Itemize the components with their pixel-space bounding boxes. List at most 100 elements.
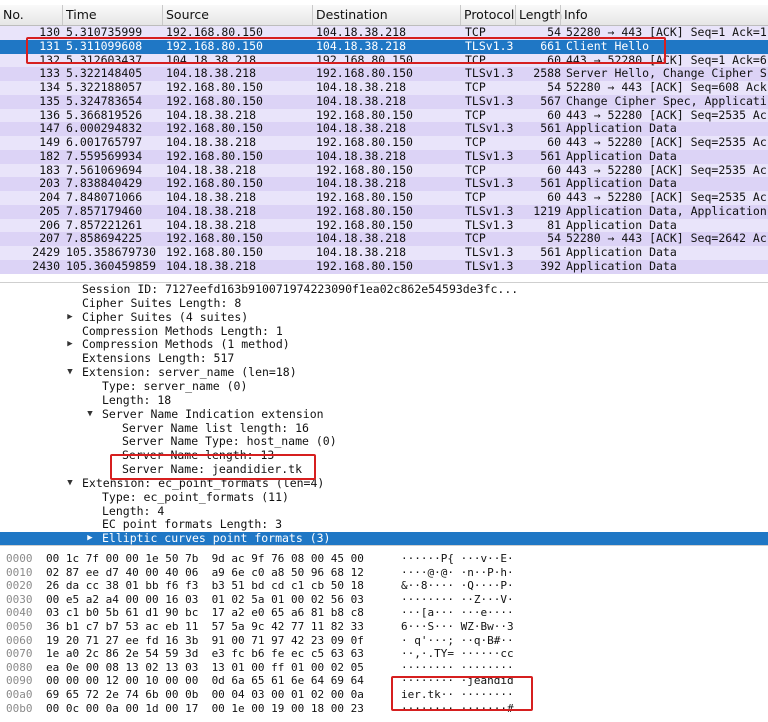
detail-row-text: Type: server_name (0): [102, 378, 248, 393]
cell-source: 104.18.38.218: [166, 67, 257, 81]
cell-protocol: TLSv1.3: [465, 67, 514, 81]
byte-hex: 00 00 00 12 00 10 00 00 0d 6a 65 61 6e 6…: [46, 674, 364, 688]
packet-row[interactable]: 132 5.312603437 104.18.38.218 192.168.80.15…: [0, 53, 768, 68]
cell-source: 192.168.80.150: [166, 94, 263, 108]
detail-row[interactable]: Server Name: jeandidier.tk: [0, 462, 768, 477]
byte-row[interactable]: 0000 00 1c 7f 00 00 1e 50 7b 9d ac 9f 76 …: [0, 552, 768, 566]
packet-row[interactable]: 135 5.324783654 192.168.80.150 104.18.38.21…: [0, 94, 768, 109]
collapsed-triangle-icon[interactable]: ▶: [65, 338, 75, 352]
cell-no: 207: [39, 232, 60, 246]
packet-row[interactable]: 207 7.858694225 192.168.80.150 104.18.38.21…: [0, 232, 768, 246]
detail-row[interactable]: Length: 18: [0, 393, 768, 408]
byte-offset: 0090: [6, 674, 33, 688]
detail-row[interactable]: Cipher Suites Length: 8: [0, 296, 768, 311]
cell-protocol: TLSv1.3: [465, 259, 514, 273]
byte-ascii: · q'···; ··q·B#··: [401, 633, 514, 647]
packet-row[interactable]: 182 7.559569934 192.168.80.150 104.18.38.21…: [0, 149, 768, 164]
detail-row-selected[interactable]: ▶ Elliptic curves point formats (3): [0, 531, 768, 545]
packet-row[interactable]: 149 6.001765797 104.18.38.218 192.168.80.15…: [0, 136, 768, 150]
column-header-protocol[interactable]: Protocol: [460, 5, 519, 25]
packet-row[interactable]: 130 5.310735999 192.168.80.150 104.18.38.21…: [0, 26, 768, 40]
expanded-triangle-icon[interactable]: ▼: [65, 477, 75, 491]
packet-row[interactable]: 204 7.848071066 104.18.38.218 192.168.80.15…: [0, 191, 768, 205]
detail-row[interactable]: Server Name list length: 16: [0, 421, 768, 436]
detail-row[interactable]: Length: 4: [0, 504, 768, 519]
byte-row[interactable]: 0070 1e a0 2c 86 2e 54 59 3d e3 fc b6 fe …: [0, 647, 768, 661]
packet-row[interactable]: 2429 105.358679730 192.168.80.150 104.18.38…: [0, 246, 768, 260]
cell-source: 104.18.38.218: [166, 53, 257, 67]
packet-row[interactable]: 133 5.322148405 104.18.38.218 192.168.80.15…: [0, 67, 768, 81]
cell-protocol: TLSv1.3: [465, 218, 514, 232]
byte-row[interactable]: 0030 00 e5 a2 a4 00 00 16 03 01 02 5a 01 …: [0, 593, 768, 607]
byte-row[interactable]: 0040 03 c1 b0 5b 61 d1 90 bc 17 a2 e0 65 …: [0, 606, 768, 620]
detail-row[interactable]: Type: ec_point_formats (11): [0, 490, 768, 505]
column-header-info[interactable]: Info: [560, 5, 768, 25]
cell-info: Change Cipher Spec, Applicati: [566, 94, 767, 108]
collapsed-triangle-icon[interactable]: ▶: [85, 532, 95, 545]
packet-row[interactable]: 134 5.322188057 192.168.80.150 104.18.38.21…: [0, 81, 768, 95]
byte-offset: 0080: [6, 660, 33, 674]
detail-row[interactable]: ▶ Compression Methods (1 method): [0, 338, 768, 352]
cell-info: 443 → 52280 [ACK] Seq=2535 Ac: [566, 191, 767, 204]
packet-row[interactable]: 206 7.857221261 104.18.38.218 192.168.80.15…: [0, 218, 768, 233]
detail-row[interactable]: Compression Methods Length: 1: [0, 324, 768, 339]
packet-row[interactable]: 205 7.857179460 104.18.38.218 192.168.80.15…: [0, 204, 768, 219]
detail-row-text: Extension: server_name (len=18): [82, 365, 297, 380]
expanded-triangle-icon[interactable]: ▼: [65, 366, 75, 380]
cell-time: 7.857179460: [66, 204, 143, 218]
byte-row[interactable]: 00a0 69 65 72 2e 74 6b 00 0b 00 04 03 00 …: [0, 688, 768, 702]
byte-hex: 19 20 71 27 ee fd 16 3b 91 00 71 97 42 2…: [46, 633, 364, 647]
packet-row[interactable]: 2430 105.360459859 104.18.38.218 192.168.80…: [0, 259, 768, 274]
detail-row[interactable]: Type: server_name (0): [0, 378, 768, 394]
collapsed-triangle-icon[interactable]: ▶: [65, 311, 75, 325]
detail-row[interactable]: ▼ Extension: server_name (len=18): [0, 365, 768, 380]
detail-row[interactable]: Server Name Type: host_name (0): [0, 435, 768, 449]
byte-offset: 0020: [6, 579, 33, 593]
byte-row[interactable]: 0080 ea 0e 00 08 13 02 13 03 13 01 00 ff …: [0, 661, 768, 675]
byte-row[interactable]: 0010 02 87 ee d7 40 00 40 06 a9 6e c0 a8 …: [0, 566, 768, 580]
cell-protocol: TLSv1.3: [465, 39, 514, 53]
byte-hex: 02 87 ee d7 40 00 40 06 a9 6e c0 a8 50 9…: [46, 565, 364, 579]
cell-source: 192.168.80.150: [166, 122, 263, 136]
byte-hex: 36 b1 c7 b7 53 ac eb 11 57 5a 9c 42 77 1…: [46, 620, 364, 633]
cell-info: 443 → 52280 [ACK] Seq=2535 Ac: [566, 136, 767, 149]
column-header-length[interactable]: Length: [515, 5, 564, 25]
detail-row[interactable]: ▼ Server Name Indication extension: [0, 407, 768, 422]
byte-hex: ea 0e 00 08 13 02 13 03 13 01 00 ff 01 0…: [46, 660, 364, 674]
detail-row[interactable]: Server Name length: 13: [0, 448, 768, 463]
byte-row[interactable]: 00b0 00 0c 00 0a 00 1d 00 17 00 1e 00 19 …: [0, 702, 768, 716]
cell-no: 147: [39, 122, 60, 136]
packet-details-pane[interactable]: Session ID: 7127eefd163b910071974223090f…: [0, 282, 768, 545]
packet-row-selected[interactable]: 131 5.311099608 192.168.80.150 104.18.38.21…: [0, 39, 768, 54]
column-header-destination[interactable]: Destination: [312, 5, 464, 25]
byte-row[interactable]: 0050 36 b1 c7 b7 53 ac eb 11 57 5a 9c 42 …: [0, 620, 768, 634]
detail-row[interactable]: EC point formats Length: 3: [0, 518, 768, 532]
cell-length: 54: [547, 26, 561, 39]
byte-row[interactable]: 0090 00 00 00 12 00 10 00 00 0d 6a 65 61 …: [0, 674, 768, 688]
packet-row[interactable]: 183 7.561069694 104.18.38.218 192.168.80.15…: [0, 163, 768, 178]
column-header-time[interactable]: Time: [62, 5, 166, 25]
cell-length: 60: [547, 163, 561, 177]
packet-row[interactable]: 136 5.366819526 104.18.38.218 192.168.80.15…: [0, 108, 768, 123]
packet-list-pane[interactable]: No. Time Source Destination Protocol Len…: [0, 0, 768, 282]
column-header-no[interactable]: No.: [0, 5, 63, 25]
packet-bytes-pane[interactable]: 0000 00 1c 7f 00 00 1e 50 7b 9d ac 9f 76 …: [0, 545, 768, 722]
byte-offset: 0060: [6, 633, 33, 647]
detail-row[interactable]: ▼ Extension: ec_point_formats (len=4): [0, 476, 768, 491]
cell-destination: 104.18.38.218: [316, 177, 407, 191]
packet-row[interactable]: 203 7.838840429 192.168.80.150 104.18.38.21…: [0, 177, 768, 191]
cell-no: 205: [39, 204, 60, 218]
cell-destination: 192.168.80.150: [316, 218, 413, 232]
detail-row[interactable]: ▶ Cipher Suites (4 suites): [0, 310, 768, 325]
detail-row[interactable]: Session ID: 7127eefd163b910071974223090f…: [0, 283, 768, 297]
cell-no: 2429: [32, 246, 60, 259]
detail-row[interactable]: Extensions Length: 517: [0, 351, 768, 366]
cell-info: Application Data: [566, 259, 677, 273]
cell-source: 104.18.38.218: [166, 218, 257, 232]
expanded-triangle-icon[interactable]: ▼: [85, 408, 95, 422]
cell-length: 392: [540, 259, 561, 273]
column-header-source[interactable]: Source: [162, 5, 316, 25]
byte-row[interactable]: 0020 26 da cc 38 01 bb f6 f3 b3 51 bd cd …: [0, 579, 768, 593]
packet-row[interactable]: 147 6.000294832 192.168.80.150 104.18.38.21…: [0, 122, 768, 136]
byte-row[interactable]: 0060 19 20 71 27 ee fd 16 3b 91 00 71 97 …: [0, 634, 768, 648]
